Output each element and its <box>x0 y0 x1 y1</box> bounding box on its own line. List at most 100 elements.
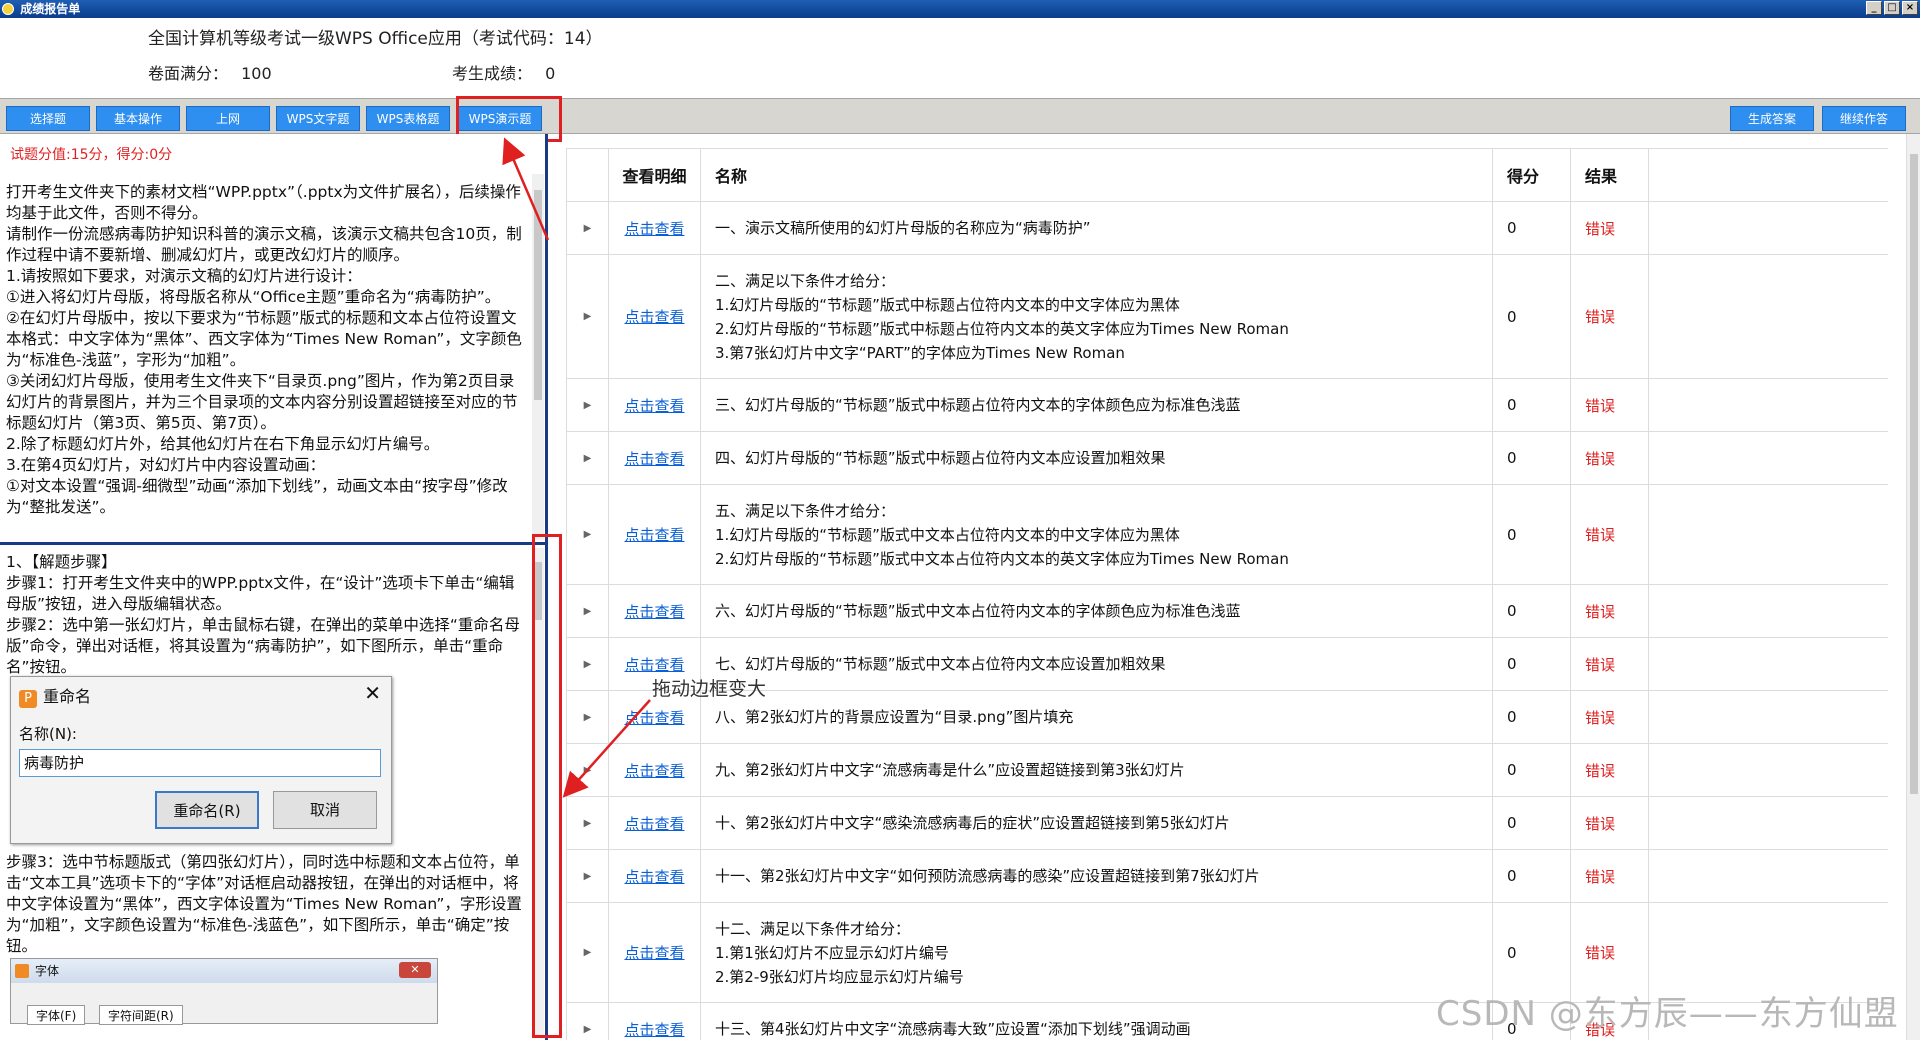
view-detail-link[interactable]: 点击查看 <box>624 218 684 239</box>
result-cell: 错误 <box>1571 379 1649 431</box>
item-name-line: 2.第2-9张幻灯片均应显示幻灯片编号 <box>715 967 964 986</box>
results-scroll-thumb[interactable] <box>1910 154 1918 794</box>
item-name-line: 十三、第4张幻灯片中文字“流感病毒大致”应设置“添加下划线”强调动画 <box>715 1020 1191 1038</box>
view-detail-link[interactable]: 点击查看 <box>624 813 684 834</box>
item-name-line: 八、第2张幻灯片的背景应设置为“目录.png”图片填充 <box>715 708 1074 726</box>
question-paragraph: ①对文本设置“强调-细微型”动画“添加下划线”，动画文本由“按字母”修改为“整批… <box>6 477 508 516</box>
continue-exam-button[interactable]: 继续作答 <box>1822 106 1906 131</box>
expand-arrow-icon[interactable]: ▶ <box>567 638 609 690</box>
tab-internet[interactable]: 上网 <box>186 106 270 131</box>
item-name-line: 七、幻灯片母版的“节标题”版式中文本占位符内文本应设置加粗效果 <box>715 655 1166 673</box>
item-name-cell: 十一、第2张幻灯片中文字“如何预防流感病毒的感染”应设置超链接到第7张幻灯片 <box>701 850 1493 902</box>
detail-cell: 点击查看 <box>609 797 701 849</box>
score-cell: 0 <box>1493 432 1571 484</box>
question-text[interactable]: 打开考生文件夹下的素材文档“WPP.pptx”（.pptx为文件扩展名），后续操… <box>6 182 526 538</box>
item-name-cell: 十三、第4张幻灯片中文字“流感病毒大致”应设置“添加下划线”强调动画 <box>701 1003 1493 1040</box>
tab-choice[interactable]: 选择题 <box>6 106 90 131</box>
expand-arrow-icon[interactable]: ▶ <box>567 202 609 254</box>
view-detail-link[interactable]: 点击查看 <box>624 524 684 545</box>
result-cell: 错误 <box>1571 255 1649 378</box>
table-row: ▶ 点击查看 三、幻灯片母版的“节标题”版式中标题占位符内文本的字体颜色应为标准色浅… <box>566 379 1888 432</box>
score-cell: 0 <box>1493 202 1571 254</box>
detail-cell: 点击查看 <box>609 585 701 637</box>
view-detail-link[interactable]: 点击查看 <box>624 448 684 469</box>
view-detail-link[interactable]: 点击查看 <box>624 942 684 963</box>
table-row: ▶ 点击查看 四、幻灯片母版的“节标题”版式中标题占位符内文本应设置加粗效果 0 错误 <box>566 432 1888 485</box>
minimize-button[interactable]: _ <box>1866 1 1882 15</box>
detail-cell: 点击查看 <box>609 485 701 584</box>
view-detail-link[interactable]: 点击查看 <box>624 306 684 327</box>
font-dialog-image: 字体 ✕ 字体(F) 字符间距(R) <box>10 958 438 1025</box>
full-score-label: 卷面满分： <box>148 64 229 83</box>
tab-wps-spreadsheet[interactable]: WPS表格题 <box>366 106 450 131</box>
question-scrollbar[interactable] <box>532 174 544 540</box>
font-dialog-title: 字体 <box>35 964 60 978</box>
expand-arrow-icon[interactable]: ▶ <box>567 255 609 378</box>
expand-arrow-icon[interactable]: ▶ <box>567 903 609 1002</box>
generate-answer-button[interactable]: 生成答案 <box>1730 106 1814 131</box>
expand-arrow-icon[interactable]: ▶ <box>567 485 609 584</box>
result-cell: 错误 <box>1571 797 1649 849</box>
question-paragraph: ②在幻灯片母版中，按以下要求为“节标题”版式的标题和文本占位符设置文本格式：中文… <box>6 309 522 369</box>
expand-arrow-icon[interactable]: ▶ <box>567 744 609 796</box>
rename-dialog-title-text: 重命名 <box>43 687 92 706</box>
expand-arrow-icon[interactable]: ▶ <box>567 585 609 637</box>
view-detail-link[interactable]: 点击查看 <box>624 760 684 781</box>
view-detail-link[interactable]: 点击查看 <box>624 707 684 728</box>
rename-ok-button: 重命名(R) <box>155 791 259 829</box>
pane-divider[interactable] <box>0 542 548 545</box>
tab-basic-operation[interactable]: 基本操作 <box>96 106 180 131</box>
item-name-cell: 十、第2张幻灯片中文字“感染流感病毒后的症状”应设置超链接到第5张幻灯片 <box>701 797 1493 849</box>
item-name-cell: 七、幻灯片母版的“节标题”版式中文本占位符内文本应设置加粗效果 <box>701 638 1493 690</box>
result-cell: 错误 <box>1571 744 1649 796</box>
score-cell: 0 <box>1493 744 1571 796</box>
item-name-line: 1.幻灯片母版的“节标题”版式中标题占位符内文本的中文字体应为黑体 <box>715 295 1180 314</box>
item-name-line: 六、幻灯片母版的“节标题”版式中文本占位符内文本的字体颜色应为标准色浅蓝 <box>715 602 1241 620</box>
maximize-button[interactable]: □ <box>1884 1 1900 15</box>
table-row: ▶ 点击查看 十一、第2张幻灯片中文字“如何预防流感病毒的感染”应设置超链接到第7张… <box>566 850 1888 903</box>
window-title: 成绩报告单 <box>20 2 81 16</box>
item-name-cell: 四、幻灯片母版的“节标题”版式中标题占位符内文本应设置加粗效果 <box>701 432 1493 484</box>
item-name-cell: 三、幻灯片母版的“节标题”版式中标题占位符内文本的字体颜色应为标准色浅蓝 <box>701 379 1493 431</box>
view-detail-link[interactable]: 点击查看 <box>624 654 684 675</box>
tab-wps-writer[interactable]: WPS文字题 <box>276 106 360 131</box>
detail-cell: 点击查看 <box>609 255 701 378</box>
close-button[interactable]: × <box>1902 1 1918 15</box>
solution-paragraph: 步骤3：选中节标题版式（第四张幻灯片），同时选中标题和文本占位符，单击“文本工具… <box>6 853 522 955</box>
result-cell: 错误 <box>1571 202 1649 254</box>
detail-cell: 点击查看 <box>609 432 701 484</box>
score-cell: 0 <box>1493 485 1571 584</box>
toolbar: 选择题 基本操作 上网 WPS文字题 WPS表格题 WPS演示题 生成答案 继续… <box>0 98 1920 134</box>
close-icon: ✕ <box>399 962 431 978</box>
score-cell: 0 <box>1493 585 1571 637</box>
score-cell: 0 <box>1493 379 1571 431</box>
expand-arrow-icon[interactable]: ▶ <box>567 850 609 902</box>
expand-arrow-icon[interactable]: ▶ <box>567 1003 609 1040</box>
table-row: ▶ 点击查看 六、幻灯片母版的“节标题”版式中文本占位符内文本的字体颜色应为标准色浅… <box>566 585 1888 638</box>
student-score-value: 0 <box>545 64 556 83</box>
expand-arrow-icon[interactable]: ▶ <box>567 379 609 431</box>
view-detail-link[interactable]: 点击查看 <box>624 395 684 416</box>
item-name-line: 二、满足以下条件才给分： <box>715 271 896 290</box>
expand-arrow-icon[interactable]: ▶ <box>567 432 609 484</box>
question-paragraph: ①进入将幻灯片母版，将母版名称从“Office主题”重命名为“病毒防护”。 <box>6 288 501 306</box>
expand-arrow-icon[interactable]: ▶ <box>567 797 609 849</box>
score-cell: 0 <box>1493 850 1571 902</box>
result-cell: 错误 <box>1571 485 1649 584</box>
view-detail-link[interactable]: 点击查看 <box>624 601 684 622</box>
question-scroll-thumb[interactable] <box>534 190 542 400</box>
score-cell: 0 <box>1493 638 1571 690</box>
item-name-cell: 五、满足以下条件才给分： 1.幻灯片母版的“节标题”版式中文本占位符内文本的中文字… <box>701 485 1493 584</box>
question-paragraph: 1.请按照如下要求，对演示文稿的幻灯片进行设计： <box>6 267 362 285</box>
expand-arrow-icon[interactable]: ▶ <box>567 691 609 743</box>
header-result: 结果 <box>1571 149 1649 201</box>
view-detail-link[interactable]: 点击查看 <box>624 866 684 887</box>
question-paragraph: 2.除了标题幻灯片外，给其他幻灯片在右下角显示幻灯片编号。 <box>6 435 440 453</box>
font-dialog-tab-spacing: 字符间距(R) <box>99 1005 183 1025</box>
solution-text-bottom: 步骤3：选中节标题版式（第四张幻灯片），同时选中标题和文本占位符，单击“文本工具… <box>6 852 526 957</box>
score-cell: 0 <box>1493 797 1571 849</box>
view-detail-link[interactable]: 点击查看 <box>624 1019 684 1040</box>
question-paragraph: 3.在第4页幻灯片，对幻灯片中内容设置动画： <box>6 456 326 474</box>
result-cell: 错误 <box>1571 585 1649 637</box>
results-scrollbar[interactable] <box>1906 134 1920 1040</box>
